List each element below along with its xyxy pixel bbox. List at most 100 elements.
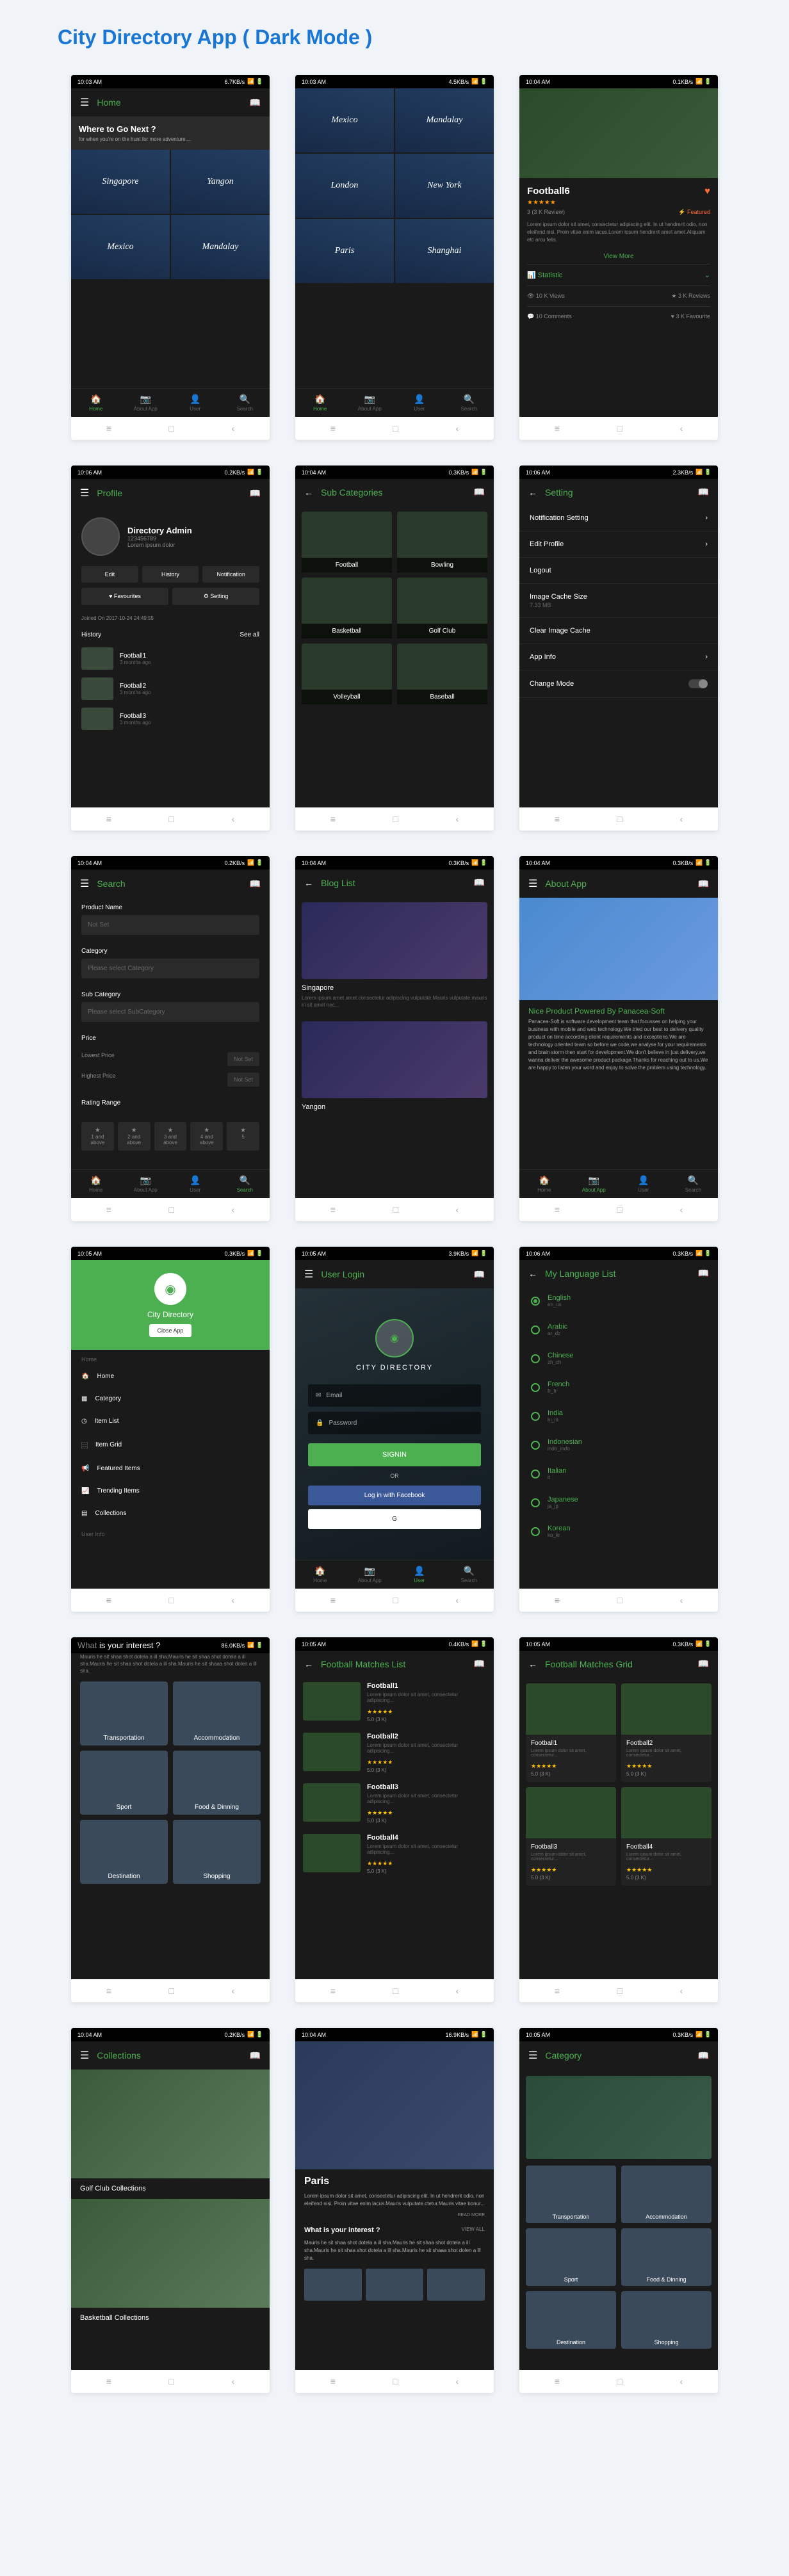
password-input[interactable]: 🔒Password [308,1412,481,1434]
menu-icon[interactable]: ☰ [80,877,89,890]
history-item[interactable]: Football33 months ago [71,704,270,734]
language-option[interactable]: Indiahi_in [519,1402,718,1430]
back-icon[interactable]: ← [528,487,537,498]
interest-thumb[interactable] [304,2269,362,2301]
back-icon[interactable]: ← [304,487,313,498]
setting-app-info[interactable]: App Info› [519,644,718,670]
menu-icon[interactable]: ☰ [304,1268,313,1281]
city-tile[interactable]: Mexico [71,215,170,279]
tab-user[interactable]: 👤User [394,389,444,417]
rating-1[interactable]: ★1 andabove [81,1122,114,1151]
language-option[interactable]: Italianit [519,1459,718,1488]
book-icon[interactable]: 📖 [250,97,261,108]
match-grid-item[interactable]: Football4Lorem ipsum dolor sit amet, con… [621,1787,712,1886]
subcategory-tile[interactable]: Baseball [397,644,487,704]
category-tile[interactable]: Destination [526,2291,616,2349]
city-tile[interactable]: Mandalay [171,215,270,279]
menu-icon[interactable]: ☰ [80,96,89,109]
nav-back[interactable]: ‹ [232,423,235,433]
favourites-button[interactable]: ♥ Favourites [81,588,168,605]
city-tile[interactable]: New York [395,154,494,218]
history-item[interactable]: Football23 months ago [71,674,270,704]
category-tile[interactable]: Transportation [526,2166,616,2223]
rating-5[interactable]: ★5 [227,1122,259,1151]
facebook-login-button[interactable]: Log in with Facebook [308,1486,481,1505]
drawer-item-grid[interactable]: ⿳Item Grid [71,1432,270,1457]
language-option[interactable]: Chinesezh_ch [519,1344,718,1373]
interest-tile[interactable]: Accommodation [173,1681,261,1746]
match-grid-item[interactable]: Football3Lorem ipsum dolor sit amet, con… [526,1787,616,1886]
book-icon[interactable]: 📖 [698,1268,709,1279]
drawer-item-list[interactable]: ◷Item List [71,1410,270,1432]
match-grid-item[interactable]: Football1Lorem ipsum dolor sit amet, con… [526,1683,616,1782]
notification-button[interactable]: Notification [202,566,259,583]
rating-3[interactable]: ★3 andabove [154,1122,187,1151]
highest-price-input[interactable]: Not Set [227,1073,259,1087]
city-tile[interactable]: Shanghai [395,219,494,283]
tab-user[interactable]: 👤User [170,389,220,417]
match-list-item[interactable]: Football1Lorem ipsum dolor sit amet, con… [295,1677,494,1728]
match-list-item[interactable]: Football2Lorem ipsum dolor sit amet, con… [295,1728,494,1778]
tab-search[interactable]: 🔍Search [444,1560,494,1589]
city-tile[interactable]: Singapore [71,150,170,214]
tab-search[interactable]: 🔍Search [220,1170,270,1198]
menu-icon[interactable]: ☰ [80,2049,89,2062]
menu-icon[interactable]: ☰ [528,2049,537,2062]
interest-tile[interactable]: Shopping [173,1820,261,1884]
email-input[interactable]: ✉Email [308,1384,481,1407]
lowest-price-input[interactable]: Not Set [227,1052,259,1066]
setting-clear-cache[interactable]: Clear Image Cache [519,618,718,644]
match-list-item[interactable]: Football3Lorem ipsum dolor sit amet, con… [295,1778,494,1829]
interest-tile[interactable]: Sport [80,1751,168,1815]
close-app-button[interactable]: Close App [149,1324,191,1337]
book-icon[interactable]: 📖 [698,487,709,498]
dark-mode-toggle[interactable] [688,679,708,688]
tab-home[interactable]: 🏠Home [519,1170,569,1198]
interest-tile[interactable]: Food & Dinning [173,1751,261,1815]
chevron-down-icon[interactable]: ⌄ [704,271,710,279]
tab-search[interactable]: 🔍Search [669,1170,719,1198]
book-icon[interactable]: 📖 [474,1658,485,1669]
interest-thumb[interactable] [366,2269,423,2301]
language-option[interactable]: Arabicar_dz [519,1315,718,1344]
google-login-button[interactable]: G [308,1509,481,1529]
subcategory-tile[interactable]: Golf Club [397,578,487,638]
back-icon[interactable]: ← [304,1659,313,1669]
drawer-collections[interactable]: ▤Collections [71,1502,270,1525]
drawer-trending[interactable]: 📈Trending Items [71,1480,270,1502]
setting-change-mode[interactable]: Change Mode [519,670,718,698]
back-icon[interactable]: ← [304,878,313,888]
read-more-link[interactable]: READ MORE [295,2210,494,2220]
tab-about[interactable]: 📷About App [345,389,395,417]
tab-about[interactable]: 📷About App [121,1170,171,1198]
book-icon[interactable]: 📖 [474,487,485,498]
tab-user[interactable]: 👤User [394,1560,444,1589]
category-select[interactable]: Please select Category [81,959,259,978]
blog-item[interactable]: SingaporeLorem ipsum amet amet.consectet… [295,896,494,1015]
subcategory-tile[interactable]: Volleyball [302,644,392,704]
book-icon[interactable]: 📖 [698,879,709,889]
tab-about[interactable]: 📷About App [569,1170,619,1198]
subcategory-tile[interactable]: Football [302,512,392,572]
subcategory-tile[interactable]: Basketball [302,578,392,638]
collection-item[interactable]: Golf Club Collections [71,2070,270,2199]
drawer-featured[interactable]: 📢Featured Items [71,1457,270,1480]
back-icon[interactable]: ← [528,1659,537,1669]
category-tile[interactable]: Food & Dinning [621,2228,712,2286]
setting-button[interactable]: ⚙ Setting [172,588,259,605]
subcategory-select[interactable]: Please select SubCategory [81,1002,259,1022]
interest-tile[interactable]: Destination [80,1820,168,1884]
setting-edit-profile[interactable]: Edit Profile› [519,531,718,558]
nav-recent[interactable]: ≡ [106,423,111,433]
tab-user[interactable]: 👤User [170,1170,220,1198]
rating-2[interactable]: ★2 andabove [118,1122,150,1151]
city-tile[interactable]: Mexico [295,88,394,152]
subcategory-tile[interactable]: Bowling [397,512,487,572]
history-item[interactable]: Football13 months ago [71,644,270,674]
match-list-item[interactable]: Football4Lorem ipsum dolor sit amet, con… [295,1829,494,1879]
menu-icon[interactable]: ☰ [528,877,537,890]
tab-home[interactable]: 🏠Home [71,389,121,417]
book-icon[interactable]: 📖 [250,879,261,889]
tab-home[interactable]: 🏠Home [295,1560,345,1589]
city-tile[interactable]: Yangon [171,150,270,214]
